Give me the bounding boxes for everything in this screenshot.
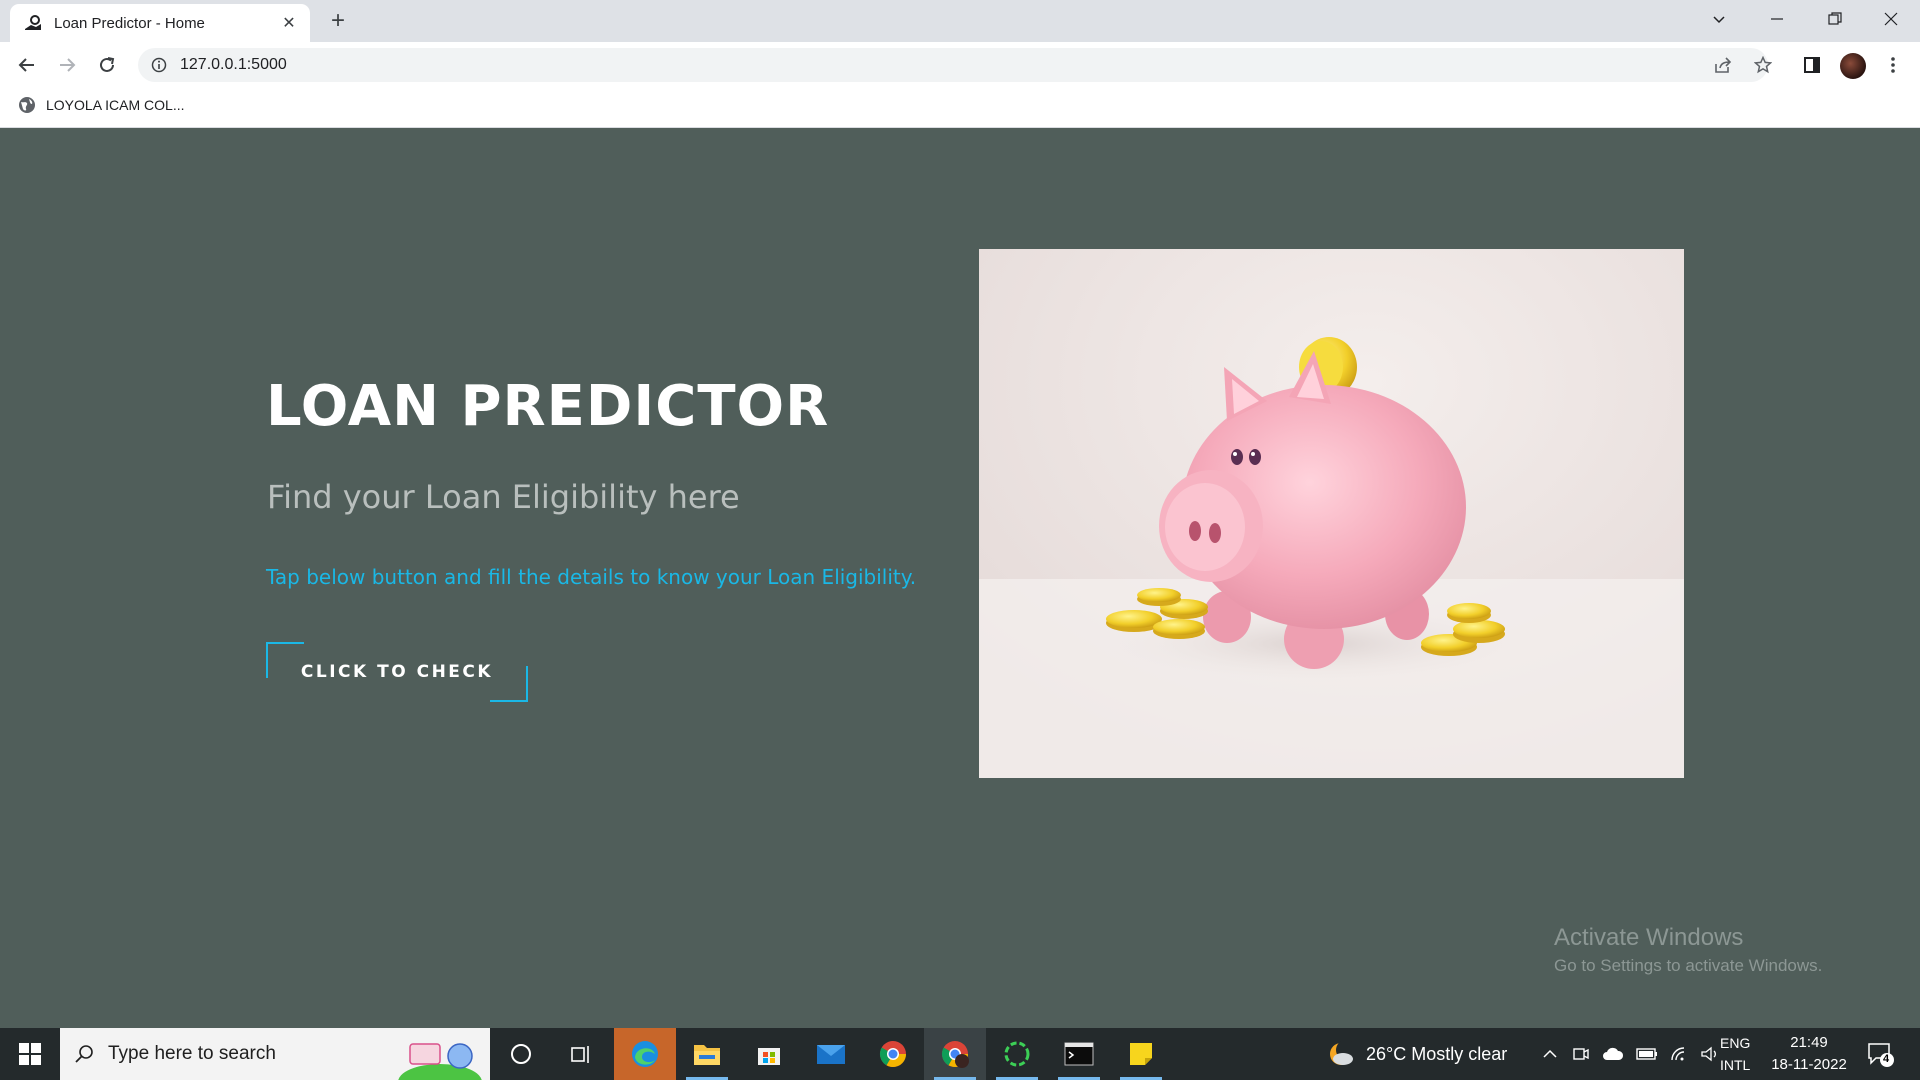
- close-window-icon[interactable]: [1862, 0, 1920, 38]
- weather-widget[interactable]: 26°C Mostly clear: [1326, 1028, 1507, 1080]
- tab-title: Loan Predictor - Home: [54, 14, 205, 32]
- forward-icon[interactable]: [52, 50, 82, 80]
- edge-icon[interactable]: [614, 1028, 676, 1080]
- browser-toolbar: 127.0.0.1:5000: [0, 42, 1920, 88]
- url-text[interactable]: 127.0.0.1:5000: [180, 56, 287, 74]
- cortana-icon[interactable]: [490, 1028, 552, 1080]
- tab-search-icon[interactable]: [1690, 0, 1748, 38]
- address-bar[interactable]: 127.0.0.1:5000: [138, 48, 1768, 82]
- browser-tab[interactable]: Loan Predictor - Home ✕: [10, 4, 310, 42]
- notification-center-icon[interactable]: 4: [1866, 1040, 1894, 1068]
- minimize-icon[interactable]: [1748, 0, 1806, 38]
- search-highlight-icon: [398, 1043, 482, 1080]
- windows-start-icon[interactable]: [0, 1028, 60, 1080]
- site-info-icon[interactable]: [150, 56, 168, 74]
- notification-count-badge: 4: [1883, 1053, 1890, 1065]
- profile-avatar[interactable]: [1840, 53, 1866, 79]
- sticky-notes-icon[interactable]: [1110, 1028, 1172, 1080]
- wifi-icon[interactable]: [1670, 1046, 1690, 1062]
- language-indicator[interactable]: ENG INTL: [1720, 1032, 1750, 1076]
- task-view-icon[interactable]: [550, 1028, 612, 1080]
- button-corner-bottom-right: [490, 666, 528, 702]
- weather-text: 26°C Mostly clear: [1366, 1043, 1508, 1064]
- file-explorer-icon[interactable]: [676, 1028, 738, 1080]
- microsoft-store-icon[interactable]: [738, 1028, 800, 1080]
- piggy-bank-image: [979, 249, 1684, 778]
- chrome-profile-icon[interactable]: [924, 1028, 986, 1080]
- new-tab-button[interactable]: +: [324, 7, 352, 35]
- show-hidden-icons-chevron-icon[interactable]: [1542, 1046, 1558, 1062]
- volume-icon[interactable]: [1700, 1046, 1720, 1062]
- language-code: ENG: [1720, 1035, 1751, 1051]
- button-corner-top-left: [266, 642, 304, 678]
- restore-icon[interactable]: [1806, 0, 1864, 38]
- tab-close-icon[interactable]: ✕: [278, 12, 300, 34]
- click-to-check-button[interactable]: CLICK TO CHECK: [266, 642, 528, 702]
- spinner-app-icon[interactable]: [986, 1028, 1048, 1080]
- system-tray: [1542, 1028, 1720, 1080]
- taskbar-search-placeholder: Type here to search: [108, 1043, 276, 1064]
- search-icon: [75, 1045, 93, 1063]
- bookmark-star-icon[interactable]: [1748, 50, 1778, 80]
- reload-icon[interactable]: [92, 50, 122, 80]
- page-subtitle: Find your Loan Eligibility here: [267, 478, 740, 516]
- clock-date: 18-11-2022: [1771, 1056, 1847, 1073]
- bookmark-item[interactable]: LOYOLA ICAM COL...: [18, 96, 185, 114]
- loan-favicon-icon: [24, 14, 42, 32]
- bookmark-label: LOYOLA ICAM COL...: [46, 97, 185, 113]
- share-icon[interactable]: [1708, 50, 1738, 80]
- keyboard-layout: INTL: [1720, 1057, 1751, 1073]
- meet-now-icon[interactable]: [1572, 1045, 1590, 1063]
- click-to-check-label: CLICK TO CHECK: [300, 662, 494, 682]
- instruction-text: Tap below button and fill the details to…: [266, 565, 917, 589]
- taskbar-search-box[interactable]: Type here to search: [60, 1028, 490, 1080]
- back-icon[interactable]: [12, 50, 42, 80]
- activate-windows-watermark: Activate Windows Go to Settings to activ…: [1554, 924, 1822, 976]
- battery-icon[interactable]: [1636, 1047, 1658, 1061]
- moon-weather-icon: [1330, 1040, 1356, 1065]
- clock-time: 21:49: [1790, 1034, 1828, 1051]
- page-content: LOAN PREDICTOR Find your Loan Eligibilit…: [0, 128, 1920, 1028]
- globe-icon: [19, 97, 35, 113]
- bookmarks-bar: LOYOLA ICAM COL...: [0, 88, 1920, 128]
- page-title: LOAN PREDICTOR: [266, 374, 830, 439]
- terminal-icon[interactable]: [1048, 1028, 1110, 1080]
- windows-taskbar: Type here to search 26°C Mostly clear EN…: [0, 1028, 1920, 1080]
- side-panel-icon[interactable]: [1797, 50, 1827, 80]
- onedrive-cloud-icon[interactable]: [1602, 1046, 1624, 1062]
- taskbar-clock[interactable]: 21:49 18-11-2022: [1764, 1032, 1854, 1076]
- browser-tabstrip: Loan Predictor - Home ✕ +: [0, 0, 1920, 42]
- chrome-icon[interactable]: [862, 1028, 924, 1080]
- watermark-subtitle: Go to Settings to activate Windows.: [1554, 956, 1823, 975]
- mail-icon[interactable]: [800, 1028, 862, 1080]
- menu-kebab-icon[interactable]: [1878, 50, 1908, 80]
- watermark-title: Activate Windows: [1554, 924, 1744, 951]
